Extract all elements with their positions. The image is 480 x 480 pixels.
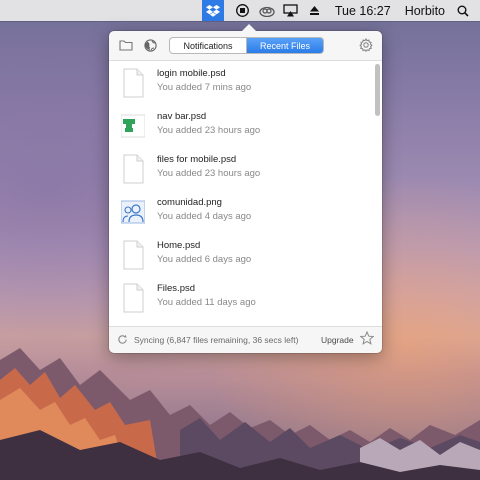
eject-icon[interactable] bbox=[304, 0, 326, 21]
list-item[interactable]: login mobile.psd You added 7 mins ago bbox=[109, 61, 374, 104]
list-item[interactable]: comunidad.png You added 4 days ago bbox=[109, 190, 374, 233]
list-item[interactable]: Home.psd You added 6 days ago bbox=[109, 233, 374, 276]
document-icon bbox=[123, 68, 144, 98]
document-icon bbox=[123, 240, 144, 270]
recent-files-list[interactable]: login mobile.psd You added 7 mins ago na… bbox=[109, 60, 382, 327]
popover-header: Notifications Recent Files bbox=[109, 31, 382, 59]
airplay-icon[interactable] bbox=[280, 0, 302, 21]
tab-notifications[interactable]: Notifications bbox=[170, 38, 246, 53]
sync-status: Syncing (6,847 files remaining, 36 secs … bbox=[134, 335, 299, 345]
image-thumbnail-icon bbox=[121, 114, 145, 138]
folder-icon[interactable] bbox=[118, 37, 134, 53]
document-icon bbox=[123, 283, 144, 313]
file-name: nav bar.psd bbox=[157, 111, 207, 122]
file-name: Files.psd bbox=[157, 283, 196, 294]
people-image-icon bbox=[121, 200, 145, 224]
file-meta: You added 23 hours ago bbox=[157, 168, 261, 179]
dropbox-popover: Notifications Recent Files login mobile.… bbox=[109, 24, 382, 353]
menubar-clock[interactable]: Tue 16:27 bbox=[328, 0, 398, 21]
file-meta: You added 4 days ago bbox=[157, 211, 252, 222]
upgrade-link[interactable]: Upgrade bbox=[321, 335, 354, 345]
gear-icon[interactable] bbox=[358, 37, 374, 53]
record-icon[interactable] bbox=[232, 0, 254, 21]
globe-icon[interactable] bbox=[142, 37, 158, 53]
menubar-user[interactable]: Horbito bbox=[398, 0, 452, 21]
tab-recent-files[interactable]: Recent Files bbox=[246, 38, 323, 53]
list-item[interactable]: files for mobile.psd You added 23 hours … bbox=[109, 147, 374, 190]
file-name: login mobile.psd bbox=[157, 68, 226, 79]
file-name: Home.psd bbox=[157, 240, 201, 251]
file-meta: You added 7 mins ago bbox=[157, 82, 252, 93]
file-name: files for mobile.psd bbox=[157, 154, 237, 165]
menu-bar: Tue 16:27 Horbito bbox=[0, 0, 480, 21]
view-segmented-control: Notifications Recent Files bbox=[169, 37, 324, 54]
list-scrollbar[interactable] bbox=[375, 64, 380, 116]
search-icon[interactable] bbox=[452, 0, 474, 21]
sync-icon bbox=[118, 334, 127, 344]
file-meta: You added 23 hours ago bbox=[157, 125, 261, 136]
star-icon[interactable] bbox=[360, 331, 374, 345]
popover-footer: Syncing (6,847 files remaining, 36 secs … bbox=[109, 326, 382, 353]
file-meta: You added 11 days ago bbox=[157, 297, 256, 308]
list-item[interactable]: Files.psd You added 11 days ago bbox=[109, 276, 374, 319]
file-meta: You added 6 days ago bbox=[157, 254, 252, 265]
list-item[interactable]: nav bar.psd You added 23 hours ago bbox=[109, 104, 374, 147]
creative-cloud-icon[interactable] bbox=[256, 0, 278, 21]
file-name: comunidad.png bbox=[157, 197, 222, 208]
document-icon bbox=[123, 154, 144, 184]
dropbox-icon[interactable] bbox=[201, 0, 224, 21]
